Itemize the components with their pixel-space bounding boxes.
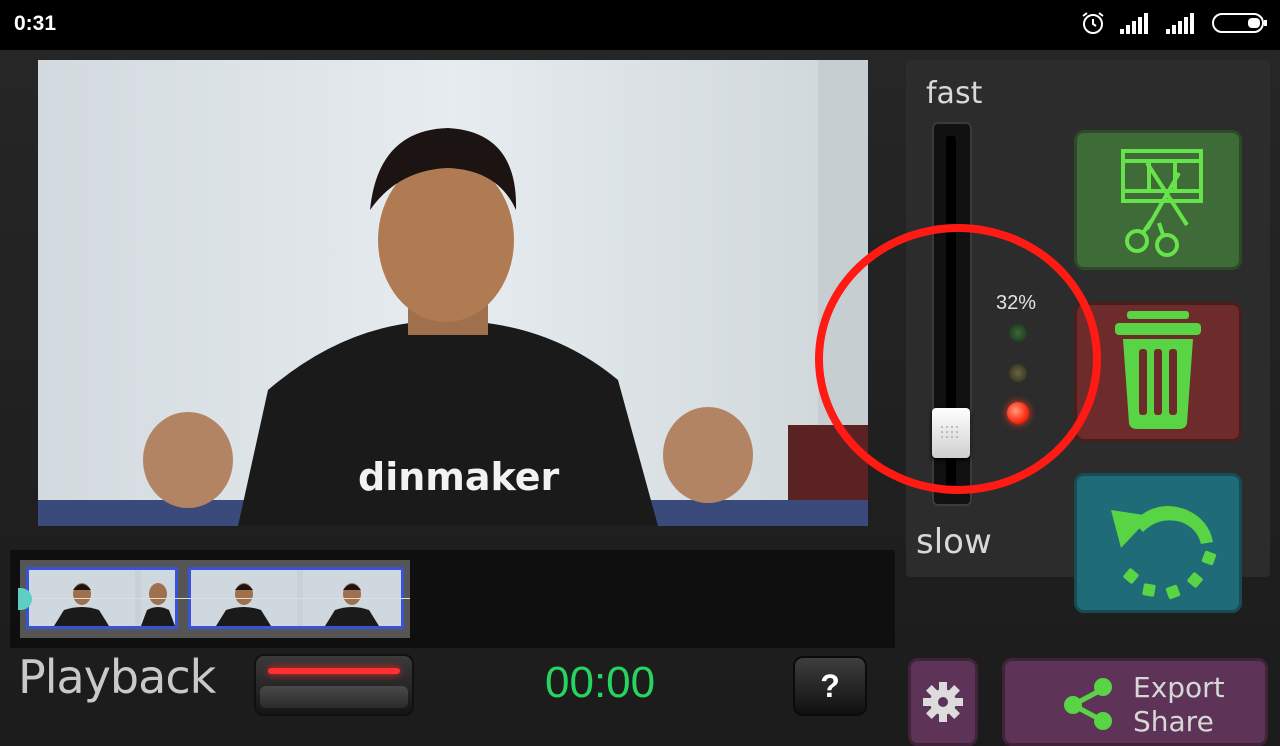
shirt-text: dinmaker (358, 455, 560, 499)
playback-timer: 00:00 (545, 658, 656, 707)
led-green (1009, 324, 1027, 342)
led-yellow (1009, 364, 1027, 382)
status-bar: 0:31 (0, 0, 1280, 50)
video-frame: dinmaker (38, 60, 868, 526)
filmstrip[interactable] (18, 560, 410, 638)
cut-button[interactable] (1074, 130, 1242, 270)
export-share-button[interactable]: Export Share (1002, 658, 1268, 746)
share-icon (1064, 678, 1112, 730)
undo-icon (1111, 506, 1217, 600)
undo-button[interactable] (1074, 473, 1242, 613)
alarm-icon (1082, 12, 1104, 34)
status-icons (1080, 10, 1268, 36)
trash-icon (1115, 311, 1201, 429)
record-indicator (268, 668, 400, 674)
timeline[interactable] (10, 550, 895, 648)
export-label: Export Share (1133, 671, 1225, 739)
record-button-base (260, 686, 408, 708)
record-button[interactable] (256, 656, 412, 714)
app-body: dinmaker Playback 00:00 ? fast slow 32% … (0, 50, 1280, 746)
signal-icon (1166, 13, 1194, 34)
battery-icon (1212, 13, 1267, 33)
status-time: 0:31 (14, 12, 57, 35)
mode-label: Playback (18, 650, 216, 704)
slow-label: slow (916, 522, 992, 562)
settings-button[interactable] (908, 658, 978, 746)
speed-percent: 32% (996, 292, 1037, 314)
export-label-line2: Share (1133, 705, 1214, 738)
led-red (1007, 402, 1029, 424)
delete-button[interactable] (1074, 302, 1242, 442)
help-button[interactable]: ? (793, 656, 867, 716)
video-preview[interactable]: dinmaker (38, 60, 868, 526)
gear-icon (923, 682, 963, 722)
fast-label: fast (926, 76, 983, 111)
film-scissors-icon (1121, 149, 1203, 257)
playhead-line (20, 598, 410, 599)
signal-icon (1120, 13, 1148, 34)
export-label-line1: Export (1133, 671, 1225, 704)
speed-slider-thumb[interactable] (932, 408, 970, 458)
